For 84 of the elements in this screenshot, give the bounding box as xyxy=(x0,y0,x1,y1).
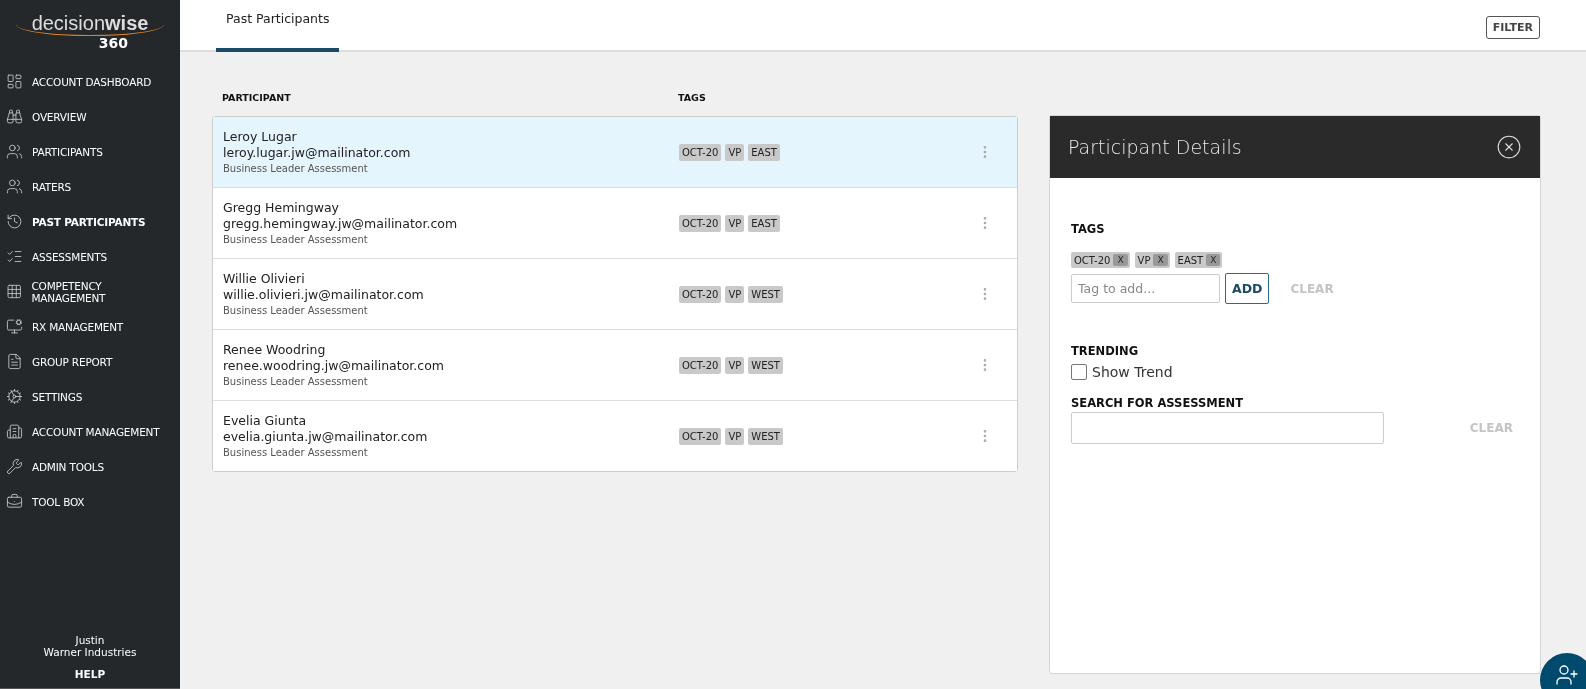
tag: EAST xyxy=(748,214,780,232)
sidebar-item[interactable]: PARTICIPANTS xyxy=(0,134,180,169)
field-label: SEARCH FOR ASSESSMENT xyxy=(1071,396,1245,410)
participant-row[interactable]: Leroy Lugar leroy.lugar.jw@mailinator.com Business Leader Assessment OCT-20 VP EAST xyxy=(213,117,1017,187)
sidebar-item[interactable]: ADMIN TOOLS xyxy=(0,449,180,484)
assessment-name: Business Leader Assessment xyxy=(223,445,369,460)
remove-tag-button[interactable]: X xyxy=(1206,254,1221,266)
sidebar-item[interactable]: GROUP REPORT xyxy=(0,344,180,379)
tag: OCT-20 xyxy=(679,143,722,161)
remove-tag-button[interactable]: X xyxy=(1153,254,1168,266)
tag: VP xyxy=(725,427,745,445)
logo-number: 360 xyxy=(98,35,128,50)
participant-email: evelia.giunta.jw@mailinator.com xyxy=(223,428,429,445)
user-name: Justin xyxy=(75,634,105,646)
participant-name: Renee Woodring xyxy=(223,341,327,358)
participant-email: leroy.lugar.jw@mailinator.com xyxy=(223,144,412,161)
sidebar-item[interactable]: ASSESSMENTS xyxy=(0,239,180,274)
tag: VP xyxy=(725,285,745,303)
building-icon xyxy=(6,423,23,440)
wrench-icon xyxy=(6,458,23,475)
assessment-name: Business Leader Assessment xyxy=(223,161,369,176)
add-user-icon xyxy=(1555,663,1579,687)
sidebar-item[interactable]: COMPETENCY MANAGEMENT xyxy=(0,274,180,309)
document-icon xyxy=(6,353,23,370)
participant-email: renee.woodring.jw@mailinator.com xyxy=(223,357,445,374)
checkbox-label: Show Trend xyxy=(1092,364,1173,380)
monitor-icon xyxy=(6,318,23,335)
tag-input[interactable]: Tag to add... xyxy=(1071,274,1220,303)
logo-wordmark: decisionwise xyxy=(15,12,165,36)
sidebar-item[interactable]: RATERS xyxy=(0,169,180,204)
tag-label: OCT-20 xyxy=(1074,254,1111,266)
history-icon xyxy=(6,213,23,230)
panel-title: Participant Details xyxy=(1068,136,1242,158)
company-name: Warner Industries xyxy=(43,646,137,658)
participant-email: gregg.hemingway.jw@mailinator.com xyxy=(223,215,459,232)
remove-tag-button[interactable]: X xyxy=(1113,254,1128,266)
tag: EAST xyxy=(748,143,780,161)
tag: OCT-20 xyxy=(679,285,722,303)
checklist-icon xyxy=(6,248,23,265)
people-icon xyxy=(6,143,23,160)
add-button[interactable]: ADD xyxy=(1225,273,1270,304)
sidebar-item[interactable]: RX MANAGEMENT xyxy=(0,309,180,344)
tag: OCT-20 xyxy=(679,214,722,232)
dashboard-icon xyxy=(6,73,23,90)
tag: WEST xyxy=(748,356,783,374)
column-header: PARTICIPANT xyxy=(222,92,292,103)
sidebar-item[interactable]: TOOL BOX xyxy=(0,484,180,519)
help-link[interactable]: HELP xyxy=(74,668,106,680)
section-heading: TAGS xyxy=(1071,222,1106,236)
section-heading: TRENDING xyxy=(1071,344,1140,358)
assessment-name: Business Leader Assessment xyxy=(223,232,369,247)
tag-label: VP xyxy=(1137,254,1151,266)
briefcase-icon xyxy=(6,493,23,510)
tag: WEST xyxy=(748,427,783,445)
people-icon xyxy=(6,178,23,195)
binoculars-icon xyxy=(6,108,23,125)
search-field[interactable] xyxy=(1071,412,1384,444)
participant-name: Gregg Hemingway xyxy=(223,199,340,216)
checkbox[interactable] xyxy=(1071,364,1087,380)
participant-row[interactable]: Evelia Giunta evelia.giunta.jw@mailinator.com Business Leader Assessment OCT-20 VP WEST xyxy=(213,400,1017,471)
tag: OCT-20 xyxy=(679,427,722,445)
participant-email: willie.olivieri.jw@mailinator.com xyxy=(223,286,425,303)
tag: VP xyxy=(725,143,745,161)
participant-name: Willie Olivieri xyxy=(223,270,306,287)
close-button[interactable] xyxy=(1496,134,1522,160)
sidebar-item[interactable]: ACCOUNT DASHBOARD xyxy=(0,64,180,99)
column-header: TAGS xyxy=(678,92,707,103)
assessment-name: Business Leader Assessment xyxy=(223,374,369,389)
tag: WEST xyxy=(748,285,783,303)
filter-button[interactable]: FILTER xyxy=(1485,15,1540,39)
sidebar-item[interactable]: SETTINGS xyxy=(0,379,180,414)
tag: VP xyxy=(725,214,745,232)
assessment-name: Business Leader Assessment xyxy=(223,303,369,318)
grid-icon xyxy=(6,283,23,300)
tag: VP xyxy=(725,356,745,374)
tag-label: EAST xyxy=(1177,254,1204,266)
participant-name: Leroy Lugar xyxy=(223,128,298,145)
sidebar-item[interactable]: OVERVIEW xyxy=(0,99,180,134)
participant-name: Evelia Giunta xyxy=(223,412,308,429)
sidebar-item[interactable]: PAST PARTICIPANTS xyxy=(0,204,180,239)
sidebar-item[interactable]: ACCOUNT MANAGEMENT xyxy=(0,414,180,449)
tag: OCT-20 xyxy=(679,356,722,374)
gear-icon xyxy=(6,388,23,405)
tab[interactable]: Past Participants xyxy=(216,11,340,52)
